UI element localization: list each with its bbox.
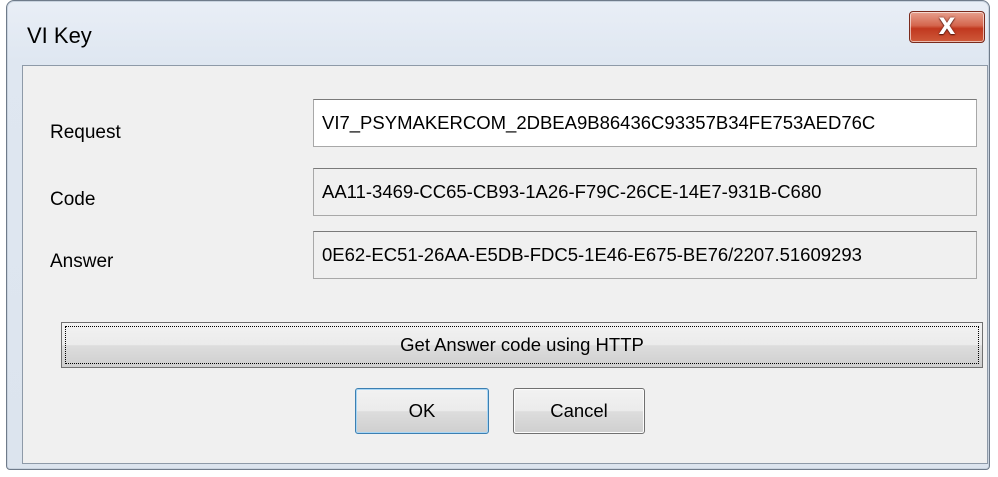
close-button[interactable]: X <box>909 11 985 43</box>
dialog-client-area: Request VI7_PSYMAKERCOM_2DBEA9B86436C933… <box>22 65 988 464</box>
answer-label: Answer <box>50 251 114 272</box>
code-field[interactable]: AA11-3469-CC65-CB93-1A26-F79C-26CE-14E7-… <box>313 168 977 216</box>
dialog-window: VI Key X Request VI7_PSYMAKERCOM_2DBEA9B… <box>6 0 990 470</box>
ok-button-label: OK <box>408 400 436 421</box>
cancel-button[interactable]: Cancel <box>513 388 645 434</box>
cancel-button-label: Cancel <box>550 400 608 421</box>
request-label: Request <box>50 122 121 143</box>
ok-button[interactable]: OK <box>355 388 489 434</box>
code-label: Code <box>50 189 96 210</box>
close-icon: X <box>938 14 956 40</box>
answer-field[interactable]: 0E62-EC51-26AA-E5DB-FDC5-1E46-E675-BE76/… <box>313 231 977 279</box>
get-answer-http-button[interactable]: Get Answer code using HTTP <box>61 322 983 368</box>
focus-ring <box>65 326 979 364</box>
request-field[interactable]: VI7_PSYMAKERCOM_2DBEA9B86436C93357B34FE7… <box>313 99 977 147</box>
window-title: VI Key <box>27 23 92 48</box>
